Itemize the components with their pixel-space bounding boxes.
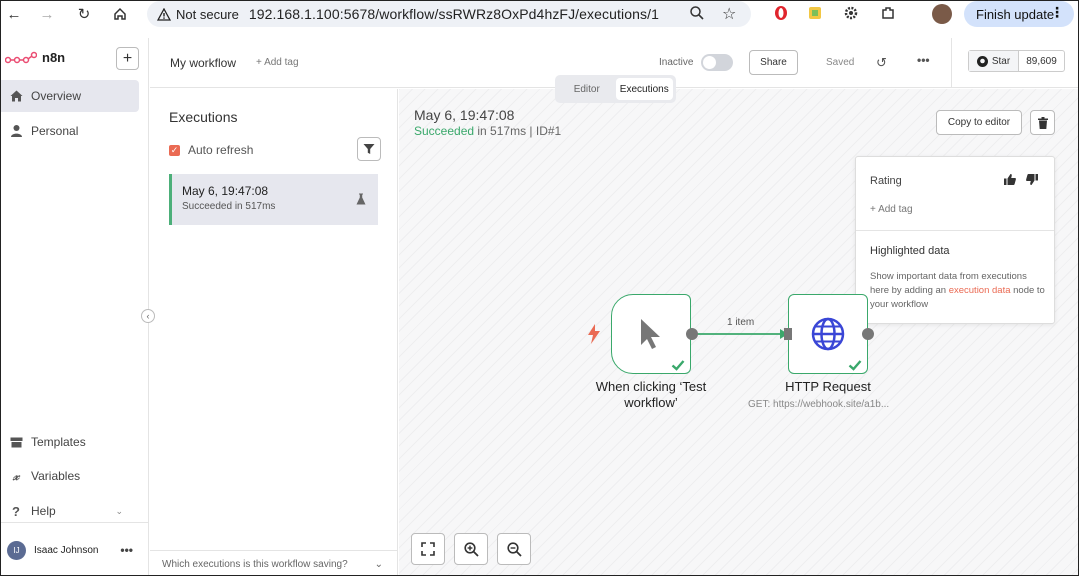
puzzle-extensions-icon[interactable] — [880, 5, 896, 21]
sidebar-item-label: Overview — [31, 89, 82, 103]
execution-list-item[interactable]: May 6, 19:47:08 Succeeded in 517ms — [169, 174, 378, 225]
success-check-icon — [671, 360, 685, 371]
auto-refresh-label: Auto refresh — [188, 143, 254, 157]
box-icon — [9, 435, 23, 449]
home-icon — [9, 89, 23, 103]
n8n-logo-icon — [5, 51, 37, 63]
manual-trigger-node[interactable] — [611, 294, 691, 374]
sidebar-item-label: Help — [31, 504, 56, 518]
sidebar-item-overview[interactable]: Overview — [1, 80, 139, 112]
security-label: Not secure — [176, 6, 239, 22]
trigger-bolt-icon — [588, 324, 600, 344]
browser-toolbar: ← → ↻ Not secure 192.168.1.100:5678/work… — [1, 1, 1078, 27]
filter-icon — [363, 144, 375, 154]
question-icon: ? — [12, 503, 20, 519]
zoom-page-icon[interactable] — [689, 5, 705, 25]
saved-status: Saved — [826, 57, 855, 68]
avatar: IJ — [7, 540, 26, 560]
executions-title: Executions — [169, 109, 238, 125]
collapse-sidebar-button[interactable]: ‹ — [141, 309, 155, 323]
address-bar[interactable]: Not secure 192.168.1.100:5678/workflow/s… — [147, 1, 751, 27]
zoom-out-button[interactable] — [497, 533, 531, 565]
bookmark-star-icon[interactable]: ☆ — [722, 4, 736, 24]
variable-icon: 𝓍 — [12, 468, 20, 483]
github-star-count: 89,609 — [1026, 55, 1057, 67]
home-page-icon[interactable] — [107, 1, 133, 27]
execution-date: May 6, 19:47:08 — [182, 184, 269, 198]
warning-icon — [157, 7, 171, 21]
finish-update-button[interactable]: Finish update ⋮ — [964, 1, 1074, 27]
chevron-down-icon: ⌄ — [115, 505, 123, 516]
http-node-label: HTTP Request — [785, 379, 871, 394]
add-tag-link[interactable]: + Add tag — [256, 57, 299, 68]
active-status-label: Inactive — [659, 57, 694, 68]
browser-menu-icon[interactable]: ⋮ — [1050, 4, 1064, 21]
cursor-icon — [641, 319, 660, 349]
output-handle[interactable] — [861, 327, 875, 341]
globe-icon — [811, 317, 845, 351]
tab-editor[interactable]: Editor — [558, 78, 616, 100]
workflow-more-icon[interactable]: ••• — [917, 53, 930, 67]
create-button[interactable]: + — [116, 47, 139, 70]
zoom-to-fit-button[interactable] — [411, 533, 445, 565]
http-request-node[interactable] — [788, 294, 868, 374]
github-star-label: Star — [991, 55, 1011, 67]
fit-view-icon — [421, 542, 435, 556]
color-extension-icon[interactable] — [807, 5, 823, 21]
github-icon — [976, 55, 988, 67]
workflow-canvas[interactable]: May 6, 19:47:08 Succeeded in 517ms | ID#… — [399, 89, 1078, 575]
executions-saving-question: Which executions is this workflow saving… — [162, 558, 348, 570]
http-node-subtitle: GET: https://webhook.site/a1b... — [748, 399, 890, 410]
executions-saving-info[interactable]: Which executions is this workflow saving… — [150, 550, 397, 575]
sidebar-item-label: Personal — [31, 124, 79, 138]
share-button[interactable]: Share — [749, 50, 798, 75]
user-name: Isaac Johnson — [34, 544, 99, 556]
tab-executions[interactable]: Executions — [615, 78, 673, 100]
filter-button[interactable] — [357, 137, 381, 161]
profile-avatar[interactable] — [932, 4, 952, 24]
sidebar-item-personal[interactable]: Personal — [1, 115, 139, 147]
n8n-logo[interactable]: n8n — [5, 50, 65, 65]
executions-panel: Executions ✓ Auto refresh May 6, 19:47:0… — [150, 89, 398, 575]
view-tabs: Editor Executions — [555, 75, 676, 103]
more-options-icon[interactable]: ••• — [120, 543, 133, 557]
flask-icon — [356, 193, 366, 205]
node-connection — [696, 329, 788, 339]
forward-icon[interactable]: → — [34, 1, 60, 27]
finish-update-label: Finish update — [976, 6, 1055, 22]
connection-item-count: 1 item — [727, 317, 755, 328]
checkbox-checked-icon: ✓ — [169, 144, 180, 156]
opera-extension-icon[interactable] — [773, 5, 789, 21]
sidebar-item-templates[interactable]: Templates — [1, 426, 139, 458]
zoom-out-icon — [506, 541, 522, 557]
workflow-name[interactable]: My workflow — [170, 56, 236, 70]
reload-icon[interactable]: ↻ — [71, 1, 97, 27]
url-text[interactable]: 192.168.1.100:5678/workflow/ssRWRz8OxPd4… — [249, 6, 659, 22]
success-check-icon — [848, 360, 862, 371]
auto-refresh-checkbox[interactable]: ✓ Auto refresh — [169, 143, 253, 157]
gear-extension-icon[interactable] — [843, 5, 859, 21]
trigger-node-label: When clicking ‘Test workflow’ — [595, 379, 707, 410]
sidebar-item-label: Variables — [31, 469, 81, 483]
header-divider — [951, 38, 952, 88]
history-icon[interactable]: ↺ — [876, 55, 887, 71]
output-handle[interactable] — [685, 327, 699, 341]
input-handle[interactable] — [783, 327, 793, 341]
brand-name: n8n — [42, 50, 66, 65]
github-star-button[interactable]: Star 89,609 — [968, 50, 1065, 72]
back-icon[interactable]: ← — [1, 1, 27, 27]
execution-status: Succeeded in 517ms — [182, 201, 276, 212]
main-sidebar: n8n + Overview Personal Templates 𝓍 Vari… — [1, 38, 149, 575]
user-icon — [9, 124, 23, 138]
zoom-in-button[interactable] — [454, 533, 488, 565]
zoom-in-icon — [463, 541, 479, 557]
sidebar-item-variables[interactable]: 𝓍 Variables — [1, 460, 139, 492]
security-indicator[interactable]: Not secure — [157, 7, 239, 22]
sidebar-item-label: Templates — [31, 435, 86, 449]
active-toggle[interactable] — [701, 54, 733, 71]
user-menu[interactable]: IJ Isaac Johnson ••• — [1, 522, 149, 575]
chevron-down-icon: ⌄ — [374, 558, 383, 570]
